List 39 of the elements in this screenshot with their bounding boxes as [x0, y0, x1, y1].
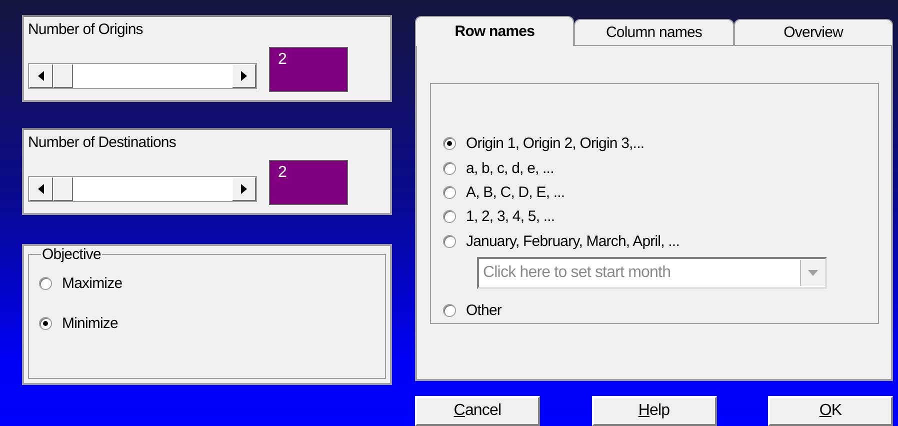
- scroll-left-button[interactable]: [29, 177, 53, 201]
- scroll-thumb[interactable]: [53, 64, 73, 88]
- radio-button[interactable]: [443, 162, 456, 175]
- radio-button[interactable]: [443, 234, 456, 248]
- left-triangle-icon: [38, 184, 44, 194]
- group-title: Objective: [41, 246, 102, 263]
- scroll-left-button[interactable]: [29, 64, 53, 88]
- radio-label[interactable]: Minimize: [62, 314, 118, 332]
- value-display: 2: [269, 160, 348, 205]
- tab[interactable]: Row names: [415, 16, 574, 46]
- radio-label[interactable]: a, b, c, d, e, ...: [466, 160, 554, 177]
- dialog-button[interactable]: OK: [768, 396, 893, 426]
- left-triangle-icon: [38, 71, 44, 81]
- radio-label[interactable]: Maximize: [62, 274, 122, 292]
- scroll-right-button[interactable]: [232, 64, 256, 88]
- radio-label[interactable]: Other: [466, 302, 502, 320]
- dialog-button[interactable]: Cancel: [415, 396, 540, 426]
- slider-label: Number of Origins: [28, 21, 144, 39]
- radio-button[interactable]: [443, 137, 456, 150]
- radio-button[interactable]: [39, 316, 52, 330]
- value-display: 2: [269, 47, 348, 92]
- radio-label[interactable]: A, B, C, D, E, ...: [466, 184, 565, 202]
- radio-label[interactable]: 1, 2, 3, 4, 5, ...: [466, 208, 555, 226]
- scrollbar[interactable]: [28, 176, 257, 202]
- radio-button[interactable]: [39, 276, 52, 290]
- radio-label[interactable]: Origin 1, Origin 2, Origin 3,...: [466, 135, 644, 152]
- scrollbar[interactable]: [28, 63, 257, 89]
- radio-button[interactable]: [443, 304, 456, 318]
- slider-label: Number of Destinations: [28, 134, 177, 152]
- dialog-button[interactable]: Help: [592, 396, 716, 426]
- right-triangle-icon: [241, 71, 247, 81]
- scroll-right-button[interactable]: [232, 177, 256, 201]
- radio-label[interactable]: January, February, March, April, ...: [466, 232, 680, 250]
- tab[interactable]: Overview: [734, 18, 893, 45]
- radio-button[interactable]: [443, 210, 456, 224]
- scroll-thumb[interactable]: [53, 177, 73, 201]
- radio-button[interactable]: [443, 186, 456, 200]
- tab[interactable]: Column names: [574, 18, 734, 45]
- right-triangle-icon: [241, 184, 247, 194]
